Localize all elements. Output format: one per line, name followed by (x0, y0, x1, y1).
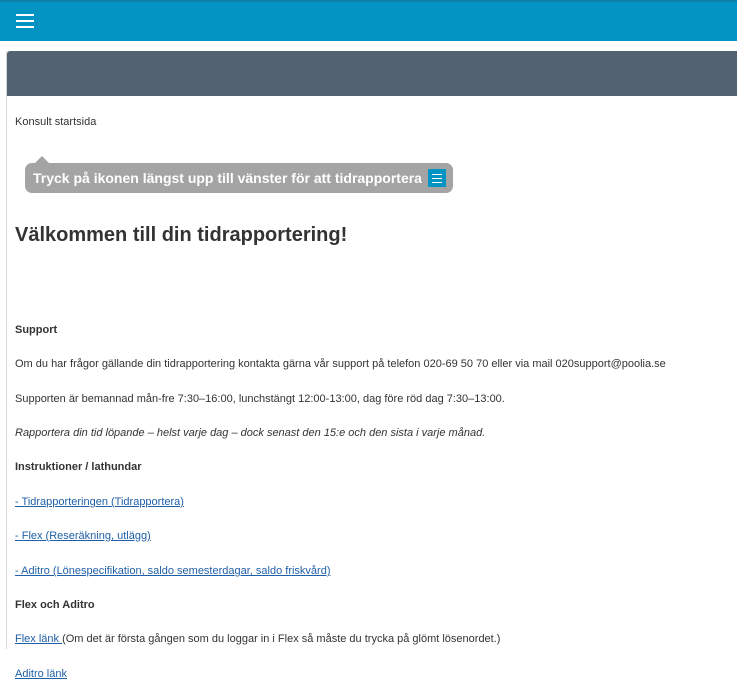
tip-callout: Tryck på ikonen längst upp till vänster … (25, 156, 453, 193)
top-bar (0, 0, 737, 41)
aditro-link[interactable]: Aditro länk (15, 668, 67, 680)
link-tidrapportering[interactable]: - Tidrapporteringen (Tidrapportera) (15, 496, 184, 508)
hamburger-menu-icon[interactable] (16, 14, 34, 28)
reminder-text: Rapportera din tid löpande – helst varje… (15, 427, 486, 439)
link-aditro[interactable]: - Aditro (Lönespecifikation, saldo semes… (15, 565, 331, 577)
instructions-heading: Instruktioner / lathundar (15, 461, 142, 473)
flex-note: (Om det är första gången som du loggar i… (62, 633, 501, 645)
menu-icon (427, 169, 446, 187)
flex-link[interactable]: Flex länk (15, 633, 62, 645)
support-heading: Support (15, 324, 58, 336)
support-text: Om du har frågor gällande din tidrapport… (15, 358, 666, 370)
main-panel: Konsult startsida Tryck på ikonen längst… (6, 51, 737, 680)
page-title: Välkommen till din tidrapportering! (15, 224, 348, 246)
flex-link-line: Flex länk (Om det är första gången som d… (15, 633, 500, 645)
breadcrumb: Konsult startsida (15, 116, 97, 128)
tip-text: Tryck på ikonen längst upp till vänster … (33, 170, 422, 186)
link-flex[interactable]: - Flex (Reseräkning, utlägg) (15, 530, 151, 542)
flex-aditro-heading: Flex och Aditro (15, 599, 95, 611)
panel-header (7, 51, 737, 96)
support-hours-text: Supporten är bemannad mån-fre 7:30–16:00… (15, 393, 505, 405)
